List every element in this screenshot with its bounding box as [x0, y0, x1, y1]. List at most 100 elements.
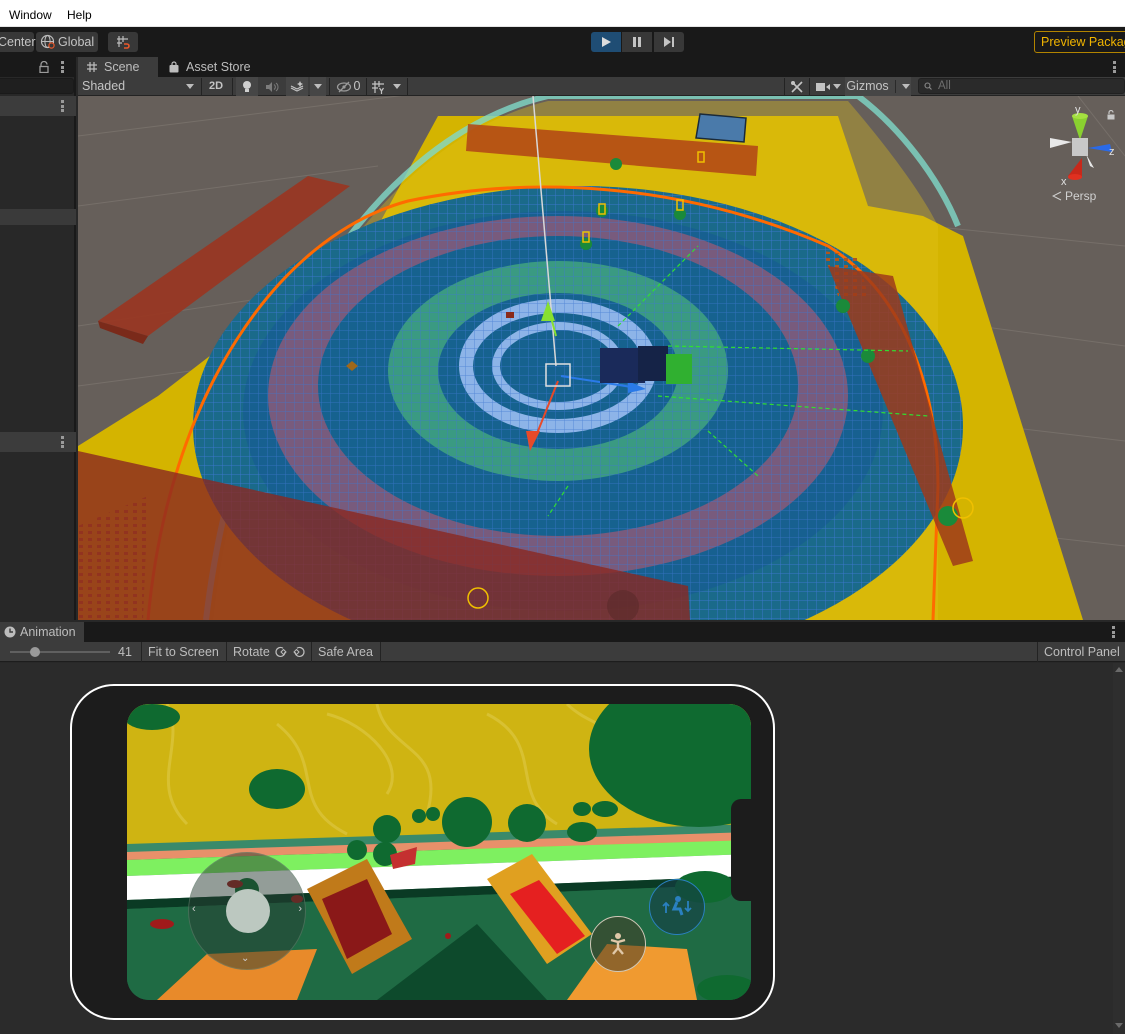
- more-options-icon[interactable]: [1113, 61, 1116, 75]
- chevron-down-icon: [314, 84, 322, 89]
- joystick-left-arrow: ‹: [192, 903, 196, 915]
- grid-icon: [87, 62, 97, 72]
- game-tab-strip: Animation: [0, 622, 1125, 642]
- projection-toggle[interactable]: Persp: [1052, 189, 1096, 203]
- step-button[interactable]: [654, 32, 684, 52]
- pivot-center-toggle[interactable]: Center: [0, 32, 36, 52]
- panel-header: [0, 432, 76, 452]
- rotate-right-icon[interactable]: [292, 645, 306, 659]
- axis-label-y: y: [1075, 104, 1081, 116]
- effects-dropdown[interactable]: [310, 77, 326, 96]
- joystick-thumb[interactable]: [226, 889, 270, 933]
- axis-label-z: z: [1109, 146, 1115, 158]
- hidden-count: 0: [353, 79, 361, 93]
- hierarchy-tab-strip: [0, 57, 76, 77]
- tab-scene[interactable]: Scene: [78, 57, 158, 77]
- step-icon: [664, 37, 674, 47]
- tab-animation-label: Animation: [20, 625, 76, 639]
- game-vertical-scrollbar[interactable]: [1113, 663, 1125, 1034]
- draw-mode-dropdown[interactable]: Shaded: [78, 77, 198, 96]
- orientation-gizmo[interactable]: y z x Persp: [1038, 104, 1118, 206]
- grid-toggle[interactable]: [368, 77, 388, 96]
- scene-visibility-toggle[interactable]: 0: [332, 77, 364, 96]
- grid-snap-icon: [117, 36, 130, 49]
- axis-label-x: x: [1061, 176, 1067, 188]
- menu-bar: Window Help: [0, 0, 1125, 27]
- pause-button[interactable]: [622, 32, 652, 52]
- scene-toolbar: Shaded 2D 0 Gizmos All: [78, 77, 1125, 96]
- lighting-toggle[interactable]: [236, 77, 258, 96]
- safe-area-toggle[interactable]: Safe Area: [318, 642, 373, 662]
- tab-animation[interactable]: Animation: [0, 622, 84, 642]
- more-options-icon[interactable]: [61, 61, 64, 75]
- panel-header: [0, 96, 76, 116]
- hierarchy-panel: [0, 57, 76, 620]
- grid-dropdown[interactable]: [389, 77, 405, 96]
- eye-hidden-icon: [336, 81, 351, 92]
- gizmos-label: Gizmos: [846, 79, 889, 93]
- scale-slider-thumb[interactable]: [30, 647, 40, 657]
- effects-toggle[interactable]: [286, 77, 308, 96]
- fit-to-screen-button[interactable]: Fit to Screen: [148, 642, 219, 662]
- speaker-icon: [266, 81, 279, 92]
- jump-button[interactable]: [590, 916, 646, 972]
- tab-scene-label: Scene: [104, 60, 140, 74]
- unlock-icon[interactable]: [1106, 110, 1116, 120]
- search-icon: [924, 82, 932, 90]
- tab-asset-store-label: Asset Store: [186, 60, 251, 74]
- scroll-up-icon[interactable]: [1115, 667, 1123, 672]
- space-label: Global: [58, 35, 95, 49]
- menu-window[interactable]: Window: [9, 8, 52, 22]
- crouch-icon: [662, 896, 692, 916]
- more-options-icon[interactable]: [61, 436, 64, 450]
- rotate-label: Rotate: [233, 645, 270, 659]
- more-options-icon[interactable]: [61, 100, 64, 114]
- preview-packages-button[interactable]: Preview Packages: [1034, 31, 1125, 53]
- scene-viewport[interactable]: y z x Persp: [78, 96, 1125, 620]
- menu-help[interactable]: Help: [67, 8, 92, 22]
- shopping-bag-icon: [169, 61, 179, 73]
- rotate-group: Rotate: [233, 642, 306, 662]
- space-global-toggle[interactable]: Global: [36, 32, 98, 52]
- scale-slider-track[interactable]: [10, 651, 110, 653]
- play-icon: [602, 37, 611, 47]
- effects-icon: [290, 80, 304, 92]
- scene-render: [78, 96, 1125, 620]
- pause-icon: [633, 37, 641, 47]
- lightbulb-icon: [243, 81, 251, 92]
- rotate-left-icon[interactable]: [274, 645, 288, 659]
- tab-asset-store[interactable]: Asset Store: [160, 57, 260, 77]
- scene-search-placeholder: All: [938, 80, 951, 92]
- camera-icon: [815, 82, 830, 91]
- scene-search-input[interactable]: All: [918, 78, 1125, 94]
- toggle-2d-button[interactable]: 2D: [204, 77, 228, 96]
- control-panel-button[interactable]: Control Panel: [1044, 642, 1120, 662]
- grid-snapping-button[interactable]: [108, 32, 138, 52]
- toggle-2d-label: 2D: [208, 80, 224, 92]
- draw-mode-label: Shaded: [82, 79, 126, 93]
- audio-toggle[interactable]: [261, 77, 283, 96]
- clock-icon: [4, 626, 16, 638]
- scene-tab-strip: Scene Asset Store: [78, 57, 1125, 77]
- camera-settings-dropdown[interactable]: [812, 77, 844, 96]
- chevron-down-icon: [901, 84, 910, 89]
- pivot-label: Center: [0, 35, 36, 49]
- preview-packages-label: Preview Packages: [1041, 35, 1125, 49]
- perspective-icon: [1052, 191, 1062, 201]
- scroll-down-icon[interactable]: [1115, 1023, 1123, 1028]
- projection-label: Persp: [1065, 189, 1097, 203]
- scene-tools-button[interactable]: [787, 77, 807, 96]
- lock-icon[interactable]: [38, 61, 50, 73]
- gizmos-dropdown[interactable]: Gizmos: [845, 77, 911, 96]
- grid-y-icon: [372, 80, 384, 94]
- hierarchy-search-input[interactable]: [0, 78, 74, 94]
- figure-jump-icon: [610, 933, 626, 955]
- crouch-button[interactable]: [649, 879, 705, 935]
- scale-value: 41: [118, 645, 132, 659]
- selected-row[interactable]: [0, 209, 76, 225]
- joystick-down-arrow: ⌄: [241, 953, 250, 964]
- more-options-icon[interactable]: [1112, 626, 1115, 640]
- play-button[interactable]: [591, 32, 621, 52]
- game-screen[interactable]: ‹ › ⌄: [127, 704, 751, 1000]
- chevron-down-icon: [393, 84, 401, 89]
